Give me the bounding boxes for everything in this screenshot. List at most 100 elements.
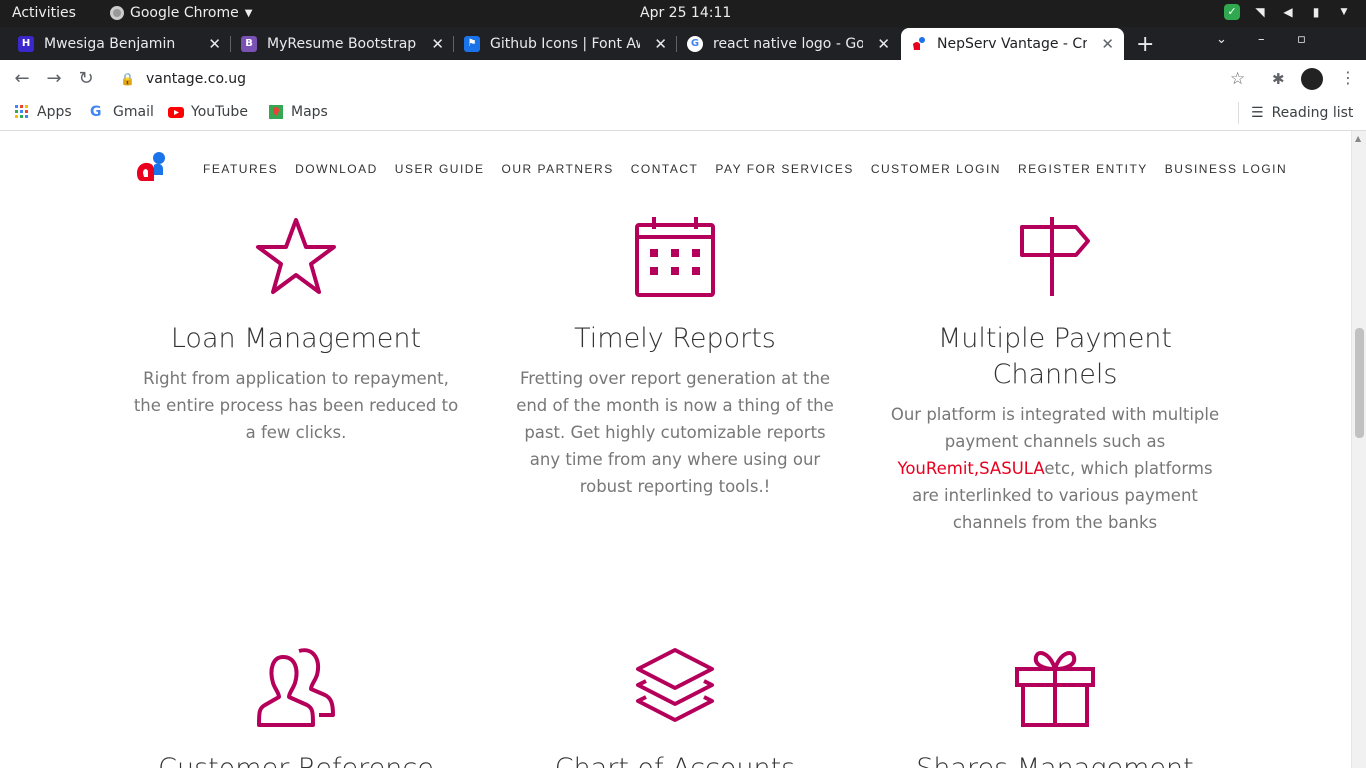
feature-description: Fretting over report generation at the e… — [516, 369, 834, 496]
tab-mwesiga[interactable]: H Mwesiga Benjamin ✕ — [8, 28, 231, 60]
main-nav-links: FEATURES DOWNLOAD USER GUIDE OUR PARTNER… — [203, 162, 1304, 176]
bookmark-gmail[interactable]: G Gmail — [90, 104, 154, 120]
bookmark-label: Apps — [37, 104, 72, 120]
tab-strip: H Mwesiga Benjamin ✕ B MyResume Bootstra… — [0, 27, 1366, 80]
sasula-link[interactable]: SASULA — [979, 459, 1044, 478]
nav-register-entity[interactable]: REGISTER ENTITY — [1018, 162, 1148, 176]
nav-user-guide[interactable]: USER GUIDE — [395, 162, 485, 176]
app-name: Google Chrome — [130, 5, 239, 21]
maximize-button[interactable]: ▫ — [1297, 32, 1306, 47]
feature-customer-reference: Customer Reference — [131, 647, 461, 768]
clock[interactable]: Apr 25 14:11 — [640, 5, 731, 21]
bookmark-label: YouTube — [191, 104, 248, 120]
reading-list-icon: ☰ — [1251, 105, 1264, 121]
reading-list-button[interactable]: ☰ Reading list — [1238, 102, 1353, 124]
tab-title: Github Icons | Font Awe — [490, 36, 640, 52]
nav-business-login[interactable]: BUSINESS LOGIN — [1165, 162, 1287, 176]
close-icon[interactable]: ✕ — [1101, 35, 1114, 53]
close-icon[interactable]: ✕ — [208, 35, 221, 53]
layers-icon — [636, 648, 714, 722]
bookmark-maps[interactable]: Maps — [268, 104, 328, 120]
bookmarks-bar: Apps G Gmail YouTube Maps ☰ Reading list — [0, 97, 1366, 131]
wifi-icon: ◥ — [1255, 5, 1265, 19]
forward-arrow-icon[interactable]: → — [43, 68, 65, 89]
signpost-icon — [1020, 217, 1090, 296]
calendar-icon — [635, 217, 715, 297]
feature-title: Chart of Accounts — [510, 751, 840, 768]
os-top-bar: Activities Google Chrome ▼ Apr 25 14:11 … — [0, 0, 1366, 27]
lock-icon[interactable]: 🔒 — [120, 72, 135, 86]
minimize-button[interactable]: – — [1258, 32, 1265, 47]
menu-kebab-icon[interactable]: ⋮ — [1340, 68, 1356, 87]
back-arrow-icon[interactable]: ← — [11, 68, 33, 89]
tab-myresume[interactable]: B MyResume Bootstrap T ✕ — [231, 28, 454, 60]
shield-icon[interactable]: ✓ — [1224, 4, 1240, 20]
chevron-down-icon: ▼ — [244, 7, 253, 19]
address-bar[interactable]: 🔒 vantage.co.ug — [108, 63, 1258, 95]
feature-multiple-payment-channels: Multiple Payment Channels Our platform i… — [890, 217, 1220, 536]
site-navbar: FEATURES DOWNLOAD USER GUIDE OUR PARTNER… — [0, 131, 1350, 205]
browser-toolbar: ← → ↻ 🔒 vantage.co.ug ☆ ✱ ⋮ — [0, 60, 1366, 97]
tab-search-icon[interactable]: ⌄ — [1216, 32, 1227, 47]
feature-title: Loan Management — [170, 323, 422, 354]
tab-github-icons[interactable]: ⚑ Github Icons | Font Awe ✕ — [454, 28, 677, 60]
activities-button[interactable]: Activities — [12, 5, 76, 21]
bookmark-label: Gmail — [113, 104, 154, 120]
youtube-icon — [168, 107, 184, 118]
description-text: Our platform is integrated with multiple… — [890, 405, 1220, 451]
feature-description: Our platform is integrated with multiple… — [890, 401, 1220, 536]
url-text[interactable]: vantage.co.ug — [146, 71, 246, 87]
page-scrollbar[interactable]: ▲ — [1351, 131, 1366, 768]
feature-title: Shares Management — [890, 751, 1220, 768]
nav-features[interactable]: FEATURES — [203, 162, 278, 176]
battery-icon: ▮ — [1312, 5, 1320, 19]
maps-pin-icon — [269, 105, 283, 119]
new-tab-button[interactable]: + — [1136, 32, 1154, 57]
extensions-puzzle-icon[interactable]: ✱ — [1272, 70, 1285, 88]
feature-shares-management: Shares Management — [890, 647, 1220, 768]
scrollbar-thumb[interactable] — [1355, 328, 1364, 438]
flag-icon: ⚑ — [464, 36, 480, 52]
nav-contact[interactable]: CONTACT — [631, 162, 699, 176]
bookmark-star-icon[interactable]: ☆ — [1230, 69, 1245, 89]
feature-description: Right from application to repayment, the… — [133, 369, 459, 442]
apps-grid-icon — [15, 105, 28, 118]
profile-avatar[interactable] — [1301, 68, 1323, 90]
gift-icon — [1015, 651, 1095, 727]
reload-icon[interactable]: ↻ — [75, 68, 97, 89]
tab-react-native[interactable]: G react native logo - Goog ✕ — [677, 28, 900, 60]
tab-title: MyResume Bootstrap T — [267, 36, 417, 52]
reading-list-label: Reading list — [1271, 105, 1354, 121]
feature-title: Multiple Payment Channels — [937, 323, 1173, 390]
feature-loan-management: Loan Management Right from application t… — [131, 217, 461, 446]
nepserv-logo-icon — [913, 37, 925, 50]
nepserv-logo[interactable] — [134, 151, 168, 183]
scroll-up-arrow-icon[interactable]: ▲ — [1355, 134, 1361, 143]
tab-title: react native logo - Goog — [713, 36, 863, 52]
chrome-icon — [110, 6, 124, 20]
nav-pay-for-services[interactable]: PAY FOR SERVICES — [715, 162, 853, 176]
close-icon[interactable]: ✕ — [877, 35, 890, 53]
nav-customer-login[interactable]: CUSTOMER LOGIN — [871, 162, 1001, 176]
chevron-down-icon: ▼ — [1340, 7, 1348, 17]
star-icon — [256, 218, 336, 294]
nav-download[interactable]: DOWNLOAD — [295, 162, 378, 176]
system-tray[interactable]: ✓ ◥ ◀ ▮ ▼ — [1224, 4, 1352, 20]
bookmark-label: Maps — [291, 104, 328, 120]
app-menu[interactable]: Google Chrome ▼ — [110, 5, 252, 21]
tab-nepserv[interactable]: NepServ Vantage - Crea ✕ — [901, 28, 1124, 60]
tab-title: NepServ Vantage - Crea — [937, 36, 1087, 52]
bootstrap-icon: B — [241, 36, 257, 52]
nav-our-partners[interactable]: OUR PARTNERS — [501, 162, 613, 176]
close-icon[interactable]: ✕ — [431, 35, 444, 53]
google-icon: G — [90, 104, 102, 120]
google-icon: G — [687, 36, 703, 52]
youremit-link[interactable]: YouRemit — [897, 459, 973, 478]
bookmark-apps[interactable]: Apps — [14, 104, 72, 120]
tab-favicon-icon: H — [18, 36, 34, 52]
feature-timely-reports: Timely Reports Fretting over report gene… — [510, 217, 840, 500]
feature-chart-of-accounts: Chart of Accounts — [510, 647, 840, 768]
close-icon[interactable]: ✕ — [654, 35, 667, 53]
feature-title: Timely Reports — [574, 323, 776, 354]
bookmark-youtube[interactable]: YouTube — [168, 104, 248, 120]
